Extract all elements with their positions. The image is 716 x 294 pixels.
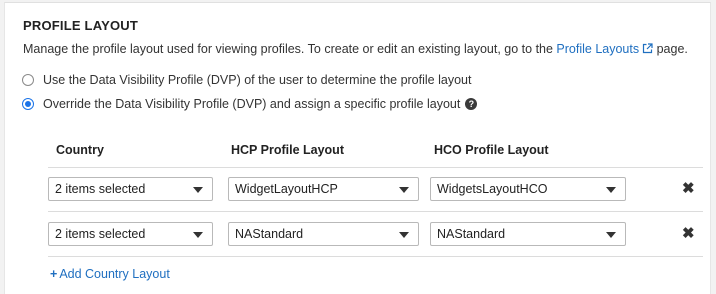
close-icon[interactable]: ✖ (682, 181, 695, 196)
radio-option-use-dvp[interactable]: Use the Data Visibility Profile (DVP) of… (22, 73, 471, 87)
column-header-country: Country (56, 143, 104, 157)
chevron-down-icon (399, 232, 409, 238)
description-text: Manage the profile layout used for viewi… (23, 42, 557, 56)
description-suffix: page. (653, 42, 688, 56)
hcp-layout-select[interactable]: NAStandard (228, 222, 419, 246)
header-divider (48, 167, 703, 168)
hcp-layout-select[interactable]: WidgetLayoutHCP (228, 177, 419, 201)
chevron-down-icon (193, 187, 203, 193)
section-description: Manage the profile layout used for viewi… (23, 42, 688, 56)
hco-layout-select[interactable]: WidgetsLayoutHCO (430, 177, 626, 201)
radio-button[interactable] (22, 74, 34, 86)
chevron-down-icon (399, 187, 409, 193)
profile-layouts-link[interactable]: Profile Layouts (556, 42, 653, 56)
radio-label: Use the Data Visibility Profile (DVP) of… (43, 73, 472, 87)
column-header-hco-layout: HCO Profile Layout (434, 143, 549, 157)
chevron-down-icon (193, 232, 203, 238)
column-header-hcp-layout: HCP Profile Layout (231, 143, 344, 157)
add-country-layout-link[interactable]: + Add Country Layout (50, 267, 170, 281)
hco-layout-select[interactable]: NAStandard (430, 222, 626, 246)
help-icon[interactable]: ? (465, 98, 478, 110)
country-select[interactable]: 2 items selected (48, 177, 213, 201)
chevron-down-icon (606, 232, 616, 238)
radio-option-override-dvp[interactable]: Override the Data Visibility Profile (DV… (22, 97, 478, 111)
row-divider (48, 256, 703, 257)
row-divider (48, 211, 703, 212)
external-link-icon (643, 43, 653, 54)
profile-layout-card: PROFILE LAYOUT Manage the profile layout… (4, 2, 711, 294)
radio-label: Override the Data Visibility Profile (DV… (43, 97, 461, 111)
section-title: PROFILE LAYOUT (23, 18, 138, 33)
radio-button-selected[interactable] (22, 98, 34, 110)
plus-icon: + (50, 267, 58, 281)
close-icon[interactable]: ✖ (682, 226, 695, 241)
country-select[interactable]: 2 items selected (48, 222, 213, 246)
chevron-down-icon (606, 187, 616, 193)
